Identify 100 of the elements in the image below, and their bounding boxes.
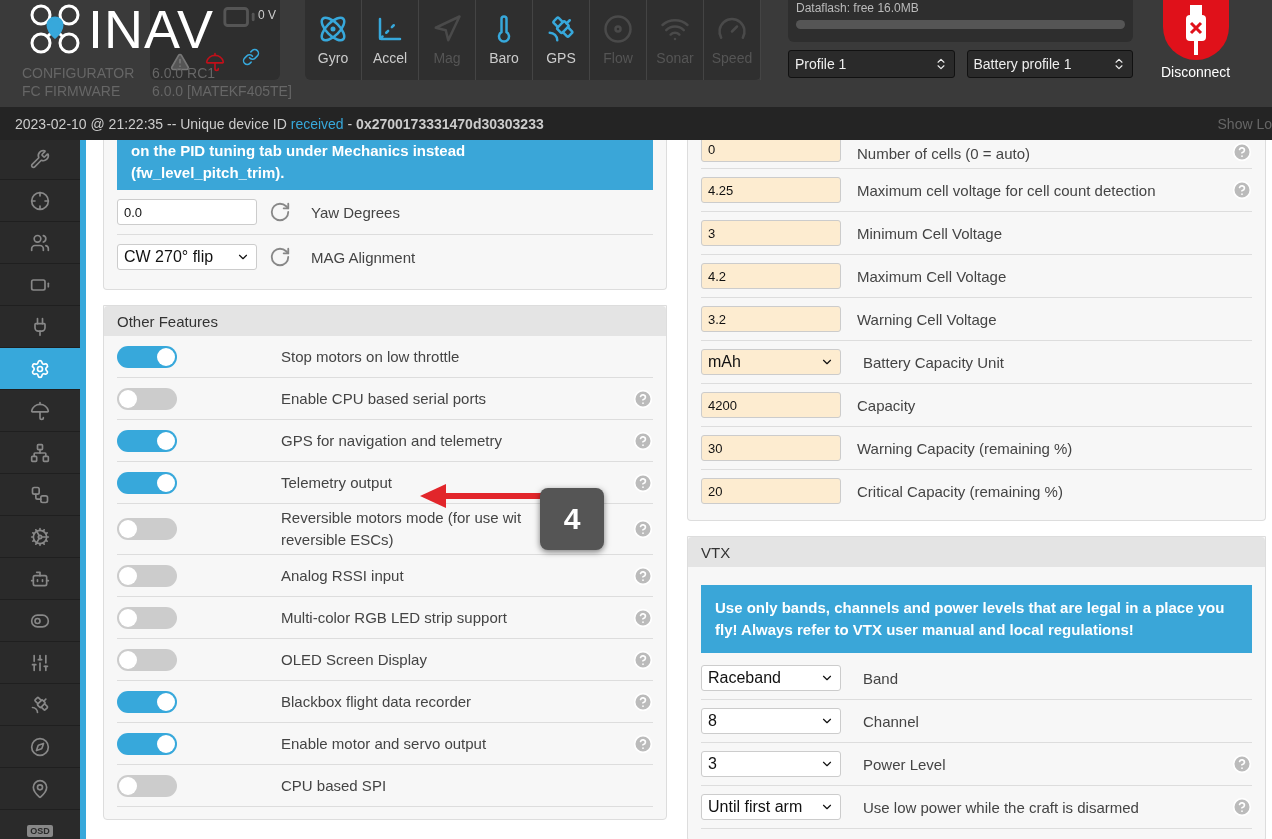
feature-label: Reversible motors mode (for use wit reversible ESCs) — [281, 508, 522, 550]
step-badge: 4 — [540, 488, 604, 550]
value-input[interactable]: 4.25 — [701, 177, 841, 203]
feature-label: GPS for navigation and telemetry — [281, 430, 502, 451]
notice-text: Use only bands, channels and power levels that are legal in a place you fly! Always refer to VTX user manual and local regulations! — [701, 585, 1252, 653]
value-input[interactable]: 4.2 — [701, 263, 841, 289]
app-logo: INAV — [88, 7, 215, 51]
field-label: Warning Capacity (remaining %) — [857, 439, 1073, 457]
toggle-switch[interactable] — [117, 732, 177, 755]
satellite-icon — [30, 694, 50, 715]
sensor-label: GPS — [546, 50, 576, 66]
disc-icon — [603, 14, 633, 44]
toggle-switch[interactable] — [117, 345, 177, 368]
sidebar-tab[interactable]: OSD — [0, 810, 80, 839]
compass-icon — [30, 736, 50, 757]
help-icon[interactable] — [633, 430, 653, 451]
help-icon[interactable] — [1232, 142, 1252, 162]
feature-label: Multi-color RGB LED strip support — [281, 607, 507, 628]
field-label: Maximum Cell Voltage — [857, 267, 1007, 285]
feature-label: Enable CPU based serial ports — [281, 388, 487, 409]
profile-select[interactable]: Battery profile 1 — [966, 50, 1133, 78]
toggle-switch[interactable] — [117, 648, 177, 671]
dataflash-label: Dataflash: free 16.0MB — [796, 1, 920, 15]
alignment-select[interactable]: CW 270° flip — [117, 244, 257, 270]
field-label: Warning Cell Voltage — [857, 310, 997, 328]
feature-label: Analog RSSI input — [281, 565, 404, 586]
feature-label: Telemetry output — [281, 472, 392, 493]
help-icon[interactable] — [633, 519, 653, 539]
atom-icon — [318, 14, 348, 44]
compass-arrow-icon — [432, 14, 462, 44]
feature-label: Blackbox flight data recorder — [281, 691, 472, 712]
help-icon[interactable] — [633, 388, 653, 409]
toggle-switch[interactable] — [117, 564, 177, 587]
workflow-icon — [30, 484, 50, 505]
cog-icon — [30, 526, 50, 547]
rotate-icon — [269, 201, 291, 223]
toggle-switch[interactable] — [117, 387, 177, 410]
toggle-switch[interactable] — [117, 471, 177, 494]
version-value: 6.0.0 RC1 — [152, 65, 217, 81]
vtx-select[interactable]: 3 — [701, 751, 841, 777]
help-icon[interactable] — [633, 565, 653, 586]
crosshair-icon — [30, 190, 50, 211]
value-input[interactable]: 20 — [701, 478, 841, 504]
status-message: 2023-02-10 @ 21:22:35 -- Unique device ID received - 0x2700173331470d30303233 — [15, 115, 544, 132]
vtx-select[interactable]: 8 — [701, 708, 841, 734]
value-input[interactable]: 3 — [701, 220, 841, 246]
arrow-icon — [420, 484, 542, 508]
network-icon — [30, 442, 50, 463]
field-label: Capacity — [857, 396, 916, 414]
wrench-icon — [30, 148, 50, 169]
panel-title: VTX — [701, 543, 731, 561]
field-label: Minimum Cell Voltage — [857, 224, 1003, 242]
value-input[interactable]: 3.2 — [701, 306, 841, 332]
help-icon[interactable] — [633, 649, 653, 670]
vtx-select[interactable]: Raceband — [701, 665, 841, 691]
settings-icon — [30, 358, 50, 379]
voltage-reading: 0 V — [258, 8, 276, 22]
feature-label: CPU based SPI — [281, 775, 387, 796]
toggle-switch[interactable] — [117, 429, 177, 452]
field-label: Channel — [863, 712, 919, 730]
link-icon — [242, 48, 260, 66]
help-icon[interactable] — [1232, 180, 1252, 200]
toggle-switch[interactable] — [117, 774, 177, 797]
help-icon[interactable] — [633, 691, 653, 712]
vtx-select[interactable]: Until first arm — [701, 794, 841, 820]
sensor-label: Baro — [489, 50, 519, 66]
help-icon[interactable] — [633, 607, 653, 628]
sliders-icon — [30, 652, 50, 673]
field-label: Critical Capacity (remaining %) — [857, 482, 1063, 500]
sensor-label: Accel — [372, 50, 408, 66]
toggle-switch[interactable] — [117, 518, 177, 540]
notice-text: on the PID tuning tab under Mechanics instead (fw_level_pitch_trim). — [117, 140, 653, 190]
field-label: Band — [863, 669, 899, 687]
unit-select[interactable]: mAh — [701, 349, 841, 375]
value-input[interactable]: 30 — [701, 435, 841, 461]
profile-select[interactable]: Profile 1 — [788, 50, 955, 78]
field-label: Use low power while the craft is disarmed — [863, 798, 1139, 816]
help-icon[interactable] — [1232, 754, 1252, 774]
toggle-switch[interactable] — [117, 690, 177, 713]
value-input[interactable]: 4200 — [701, 392, 841, 418]
sensor-label: Gyro — [317, 50, 349, 66]
field-label: MAG Alignment — [311, 248, 416, 266]
degrees-input[interactable]: 0.0 — [117, 199, 257, 225]
osd-icon: OSD — [27, 824, 53, 837]
panel-title: Other Features — [117, 312, 218, 330]
help-icon[interactable] — [633, 733, 653, 754]
field-label: Yaw Degrees — [311, 203, 400, 221]
field-label: Maximum cell voltage for cell count detection — [857, 181, 1156, 199]
sidebar-tab[interactable] — [0, 348, 80, 390]
field-label: Battery Capacity Unit — [863, 353, 1004, 371]
help-icon[interactable] — [1232, 797, 1252, 817]
drone-logo-icon — [28, 2, 82, 56]
feature-label: Stop motors on low throttle — [281, 346, 460, 367]
satellite-icon — [546, 14, 576, 44]
help-icon[interactable] — [633, 472, 653, 493]
pin-icon — [30, 778, 50, 799]
rotate-icon — [269, 246, 291, 268]
field-label: Number of cells (0 = auto) — [857, 145, 1030, 162]
value-input[interactable]: 0 — [701, 140, 841, 162]
toggle-switch[interactable] — [117, 606, 177, 629]
